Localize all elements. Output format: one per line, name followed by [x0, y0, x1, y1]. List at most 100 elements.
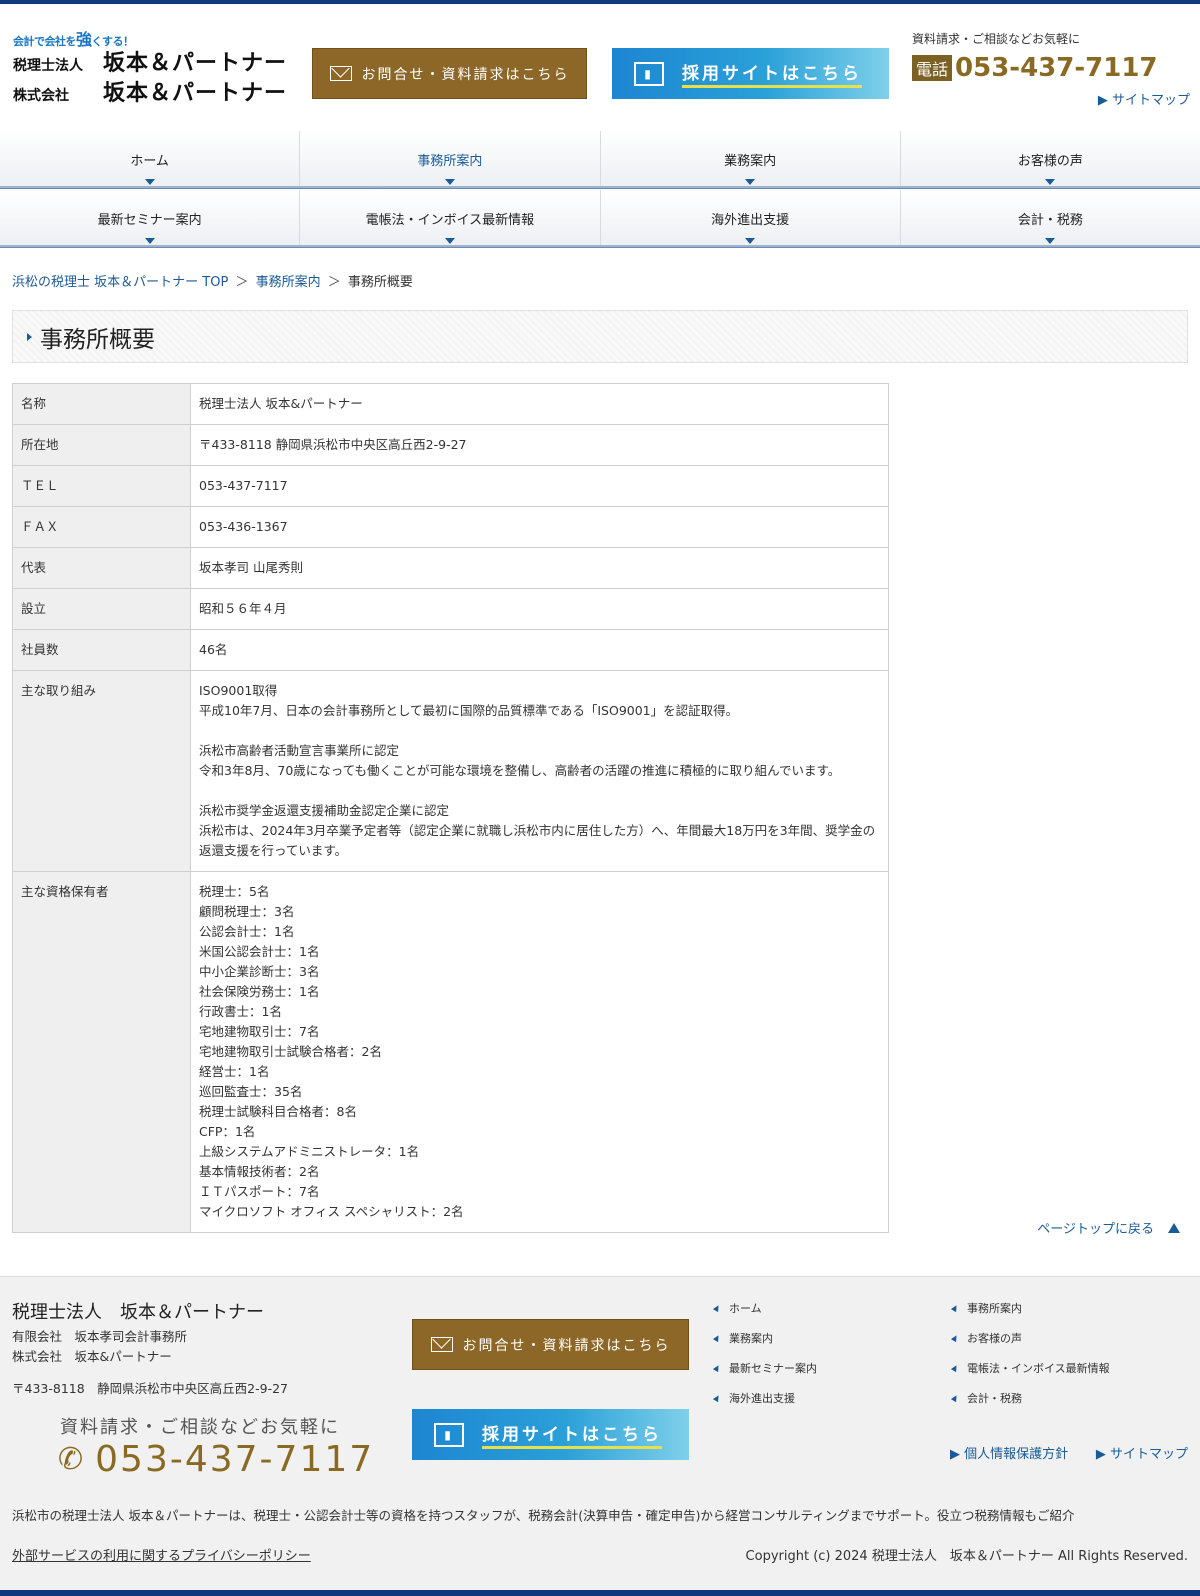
bottom-accent-bar [0, 1590, 1200, 1596]
nav-services[interactable]: 業務案内 [600, 131, 901, 188]
row-value: 053-437-7117 [190, 465, 889, 507]
footer-link-invoice[interactable]: 電帳法・インボイス最新情報 [950, 1359, 1190, 1376]
external-services-privacy-link[interactable]: 外部サービスの利用に関するプライバシーポリシー [12, 1545, 311, 1564]
chevron-down-icon [144, 238, 155, 244]
qualification-item: CFP：1名 [199, 1124, 256, 1139]
nav-seminars[interactable]: 最新セミナー案内 [0, 190, 301, 247]
nav-testimonials[interactable]: お客様の声 [900, 131, 1200, 188]
page-top-link[interactable]: ページトップに戻る [1037, 1218, 1180, 1237]
footer-link-home[interactable]: ホーム [712, 1299, 952, 1316]
nav-divider [0, 245, 1200, 248]
contact-button[interactable]: お問合せ・資料請求はこちら [312, 48, 587, 99]
privacy-policy-link[interactable]: ▶ 個人情報保護方針 [950, 1443, 1068, 1462]
footer-phone-number: 053-437-7117 [95, 1439, 375, 1480]
site-logo[interactable]: 会計で会社を強くする！ 税理士法人 坂本＆パートナー 株式会社 坂本＆パートナー [13, 26, 287, 110]
initiative-text: 浜松市は、2024年3月卒業予定者等（認定企業に就職し浜松市内に居住した方）へ、… [199, 823, 876, 858]
triangle-icon [950, 1393, 960, 1402]
row-value: 坂本孝司 山尾秀則 [190, 547, 889, 589]
triangle-icon [950, 1303, 960, 1312]
chevron-down-icon [745, 238, 756, 244]
chevron-down-icon [144, 179, 155, 185]
mail-icon [430, 1337, 453, 1352]
initiative-title: ISO9001取得 [199, 683, 278, 698]
nav-overseas[interactable]: 海外進出支援 [600, 190, 901, 247]
qualification-item: 基本情報技術者：2名 [199, 1164, 320, 1179]
page-title-bar: 事務所概要 [12, 310, 1188, 363]
row-label: 代表 [12, 547, 191, 589]
table-row: 社員数 46名 [12, 629, 889, 671]
triangle-icon [712, 1393, 722, 1402]
breadcrumb-home[interactable]: 浜松の税理士 坂本＆パートナー TOP [12, 275, 228, 290]
nav-home[interactable]: ホーム [0, 131, 301, 188]
site-footer: 税理士法人 坂本＆パートナー 有限会社 坂本孝司会計事務所 株式会社 坂本&パー… [0, 1276, 1200, 1596]
chevron-down-icon [444, 179, 455, 185]
table-row: ＦＡＸ 053-436-1367 [12, 506, 889, 548]
footer-contact-button[interactable]: お問合せ・資料請求はこちら [412, 1319, 689, 1370]
header-phone[interactable]: 電話 053-437-7117 [912, 53, 1190, 83]
row-value: 税理士法人 坂本&パートナー [190, 383, 889, 425]
qualification-item: 行政書士：1名 [199, 1004, 282, 1019]
row-label: 設立 [12, 588, 191, 630]
row-value: 053-436-1367 [190, 506, 889, 548]
table-row: 名称 税理士法人 坂本&パートナー [12, 383, 889, 425]
footer-link-testimonials[interactable]: お客様の声 [950, 1329, 1190, 1346]
row-label: 主な取り組み [12, 670, 191, 872]
nav-office-guide[interactable]: 事務所案内 [300, 131, 601, 188]
chevron-down-icon [745, 179, 756, 185]
row-label: ＦＡＸ [12, 506, 191, 548]
footer-link-overseas[interactable]: 海外進出支援 [712, 1389, 952, 1406]
footer-link-services[interactable]: 業務案内 [712, 1329, 952, 1346]
triangle-icon [950, 1363, 960, 1372]
phone-label: 電話 [912, 55, 953, 81]
footer-link-seminars[interactable]: 最新セミナー案内 [712, 1359, 952, 1376]
monitor-icon: ▮ [634, 61, 664, 86]
table-row: 代表 坂本孝司 山尾秀則 [12, 547, 889, 589]
chevron-down-icon [444, 238, 455, 244]
row-label: 主な資格保有者 [12, 871, 191, 1233]
qualification-item: 税理士試験科目合格者：8名 [199, 1104, 357, 1119]
qualifications-cell: 税理士：5名 顧問税理士：3名 公認会計士：1名 米国公認会計士：1名 中小企業… [190, 871, 889, 1233]
initiative-title: 浜松市奨学金返還支援補助金認定企業に認定 [199, 803, 450, 818]
table-row: ＴＥＬ 053-437-7117 [12, 465, 889, 507]
nav-divider [0, 186, 1200, 189]
phone-icon: ✆ [58, 1442, 84, 1477]
footer-phone[interactable]: ✆ 053-437-7117 [58, 1439, 374, 1480]
qualification-item: 中小企業診断士：3名 [199, 964, 320, 979]
breadcrumb: 浜松の税理士 坂本＆パートナー TOP ＞ 事務所案内 ＞ 事務所概要 [12, 275, 413, 290]
footer-affiliates: 有限会社 坂本孝司会計事務所 株式会社 坂本&パートナー [12, 1329, 188, 1364]
table-row: 主な資格保有者 税理士：5名 顧問税理士：3名 公認会計士：1名 米国公認会計士… [12, 871, 889, 1233]
footer-contact-hint: 資料請求・ご相談などお気軽に [60, 1417, 340, 1438]
qualification-item: 宅地建物取引士試験合格者：2名 [199, 1044, 382, 1059]
qualification-item: 社会保険労務士：1名 [199, 984, 320, 999]
recruit-site-button[interactable]: ▮ 採用サイトはこちら [612, 48, 889, 99]
footer-link-office[interactable]: 事務所案内 [950, 1299, 1190, 1316]
qualification-item: ＩＴパスポート：7名 [199, 1184, 320, 1199]
footer-recruit-button[interactable]: ▮ 採用サイトはこちら [412, 1409, 689, 1460]
row-value: 46名 [190, 629, 889, 671]
initiative-text: 平成10年7月、日本の会計事務所として最初に国際的品質標準である「ISO9001… [199, 703, 739, 718]
breadcrumb-current: 事務所概要 [347, 275, 413, 290]
arrow-up-icon [1168, 1223, 1180, 1233]
nav-accounting-tax[interactable]: 会計・税務 [900, 190, 1200, 247]
footer-sitemap-link[interactable]: ▶ サイトマップ [1096, 1443, 1188, 1462]
footer-link-accounting[interactable]: 会計・税務 [950, 1389, 1190, 1406]
title-marker-icon [27, 332, 32, 341]
footer-company-name: 税理士法人 坂本＆パートナー [12, 1302, 264, 1323]
triangle-icon [712, 1333, 722, 1342]
qualification-item: 顧問税理士：3名 [199, 904, 295, 919]
footer-nav: ホーム 事務所案内 業務案内 お客様の声 最新セミナー案内 電帳法・インボイス最… [712, 1299, 1194, 1406]
chevron-down-icon [1045, 179, 1056, 185]
breadcrumb-parent[interactable]: 事務所案内 [256, 275, 321, 290]
qualification-item: 税理士：5名 [199, 884, 270, 899]
nav-invoice[interactable]: 電帳法・インボイス最新情報 [300, 190, 601, 247]
initiative-text: 令和3年8月、70歳になっても働くことが可能な環境を整備し、高齢者の活躍の推進に… [199, 763, 841, 778]
office-overview-table: 名称 税理士法人 坂本&パートナー 所在地 〒433-8118 静岡県浜松市中央区高… [12, 383, 889, 1233]
footer-address: 〒433-8118 静岡県浜松市中央区高丘西2-9-27 [12, 1381, 289, 1396]
footer-description: 浜松市の税理士法人 坂本＆パートナーは、税理士・公認会計士等の資格を持つスタッフ… [12, 1508, 1075, 1523]
mail-icon [329, 66, 352, 81]
qualification-item: 巡回監査士：35名 [199, 1084, 303, 1099]
qualification-item: マイクロソフト オフィス スペシャリスト：2名 [199, 1204, 464, 1219]
sitemap-link[interactable]: ▶ サイトマップ [1098, 93, 1190, 108]
qualification-item: 上級システムアドミニストレータ：1名 [199, 1144, 420, 1159]
logo-line-2: 株式会社 坂本＆パートナー [13, 81, 288, 106]
